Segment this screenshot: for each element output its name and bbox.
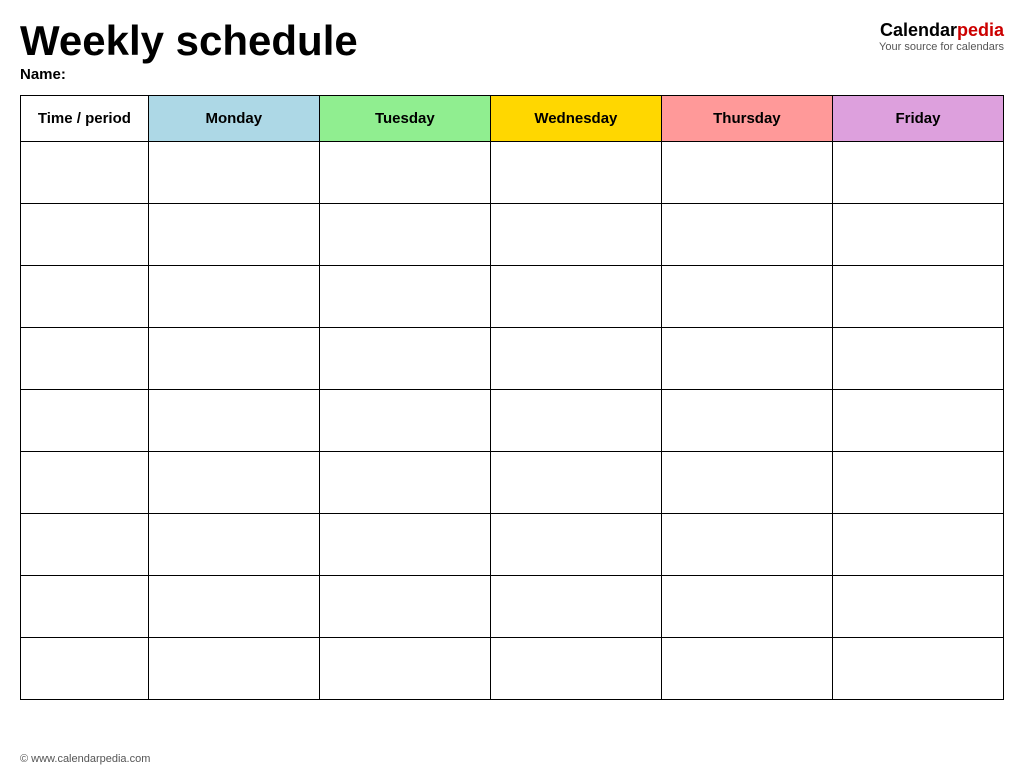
time-cell[interactable] xyxy=(21,328,149,390)
schedule-cell[interactable] xyxy=(490,142,661,204)
schedule-cell[interactable] xyxy=(832,266,1003,328)
table-row[interactable] xyxy=(21,142,1004,204)
schedule-cell[interactable] xyxy=(661,266,832,328)
schedule-cell[interactable] xyxy=(832,142,1003,204)
header-time: Time / period xyxy=(21,96,149,142)
schedule-cell[interactable] xyxy=(490,266,661,328)
schedule-cell[interactable] xyxy=(319,142,490,204)
table-row[interactable] xyxy=(21,638,1004,700)
time-cell[interactable] xyxy=(21,142,149,204)
schedule-cell[interactable] xyxy=(490,452,661,514)
schedule-cell[interactable] xyxy=(490,576,661,638)
table-row[interactable] xyxy=(21,452,1004,514)
schedule-cell[interactable] xyxy=(490,638,661,700)
header-friday: Friday xyxy=(832,96,1003,142)
schedule-cell[interactable] xyxy=(148,390,319,452)
schedule-cell[interactable] xyxy=(319,328,490,390)
table-row[interactable] xyxy=(21,576,1004,638)
schedule-cell[interactable] xyxy=(148,266,319,328)
footer-url: © www.calendarpedia.com xyxy=(20,753,150,765)
schedule-cell[interactable] xyxy=(490,514,661,576)
header-monday: Monday xyxy=(148,96,319,142)
schedule-cell[interactable] xyxy=(490,390,661,452)
header-area: Weekly schedule Name: Calendarpedia Your… xyxy=(20,18,1004,83)
footer: © www.calendarpedia.com xyxy=(20,753,150,765)
schedule-cell[interactable] xyxy=(319,514,490,576)
schedule-cell[interactable] xyxy=(832,576,1003,638)
schedule-cell[interactable] xyxy=(148,576,319,638)
schedule-cell[interactable] xyxy=(148,638,319,700)
schedule-cell[interactable] xyxy=(319,576,490,638)
schedule-cell[interactable] xyxy=(148,328,319,390)
header-tuesday: Tuesday xyxy=(319,96,490,142)
schedule-cell[interactable] xyxy=(661,576,832,638)
logo-brand-red: pedia xyxy=(957,20,1004,40)
page-container: Weekly schedule Name: Calendarpedia Your… xyxy=(0,0,1024,773)
time-cell[interactable] xyxy=(21,204,149,266)
schedule-cell[interactable] xyxy=(490,328,661,390)
table-row[interactable] xyxy=(21,204,1004,266)
schedule-cell[interactable] xyxy=(148,514,319,576)
table-header-row: Time / period Monday Tuesday Wednesday T… xyxy=(21,96,1004,142)
schedule-cell[interactable] xyxy=(832,452,1003,514)
schedule-cell[interactable] xyxy=(661,328,832,390)
header-thursday: Thursday xyxy=(661,96,832,142)
schedule-cell[interactable] xyxy=(832,638,1003,700)
logo-text: Calendarpedia xyxy=(879,20,1004,41)
table-row[interactable] xyxy=(21,514,1004,576)
header-wednesday: Wednesday xyxy=(490,96,661,142)
schedule-cell[interactable] xyxy=(319,204,490,266)
logo-block: Calendarpedia Your source for calendars xyxy=(879,20,1004,53)
name-label: Name: xyxy=(20,66,358,83)
time-cell[interactable] xyxy=(21,266,149,328)
schedule-cell[interactable] xyxy=(148,204,319,266)
logo-brand-black: Calendar xyxy=(880,20,957,40)
schedule-cell[interactable] xyxy=(661,390,832,452)
title-block: Weekly schedule Name: xyxy=(20,18,358,83)
schedule-cell[interactable] xyxy=(490,204,661,266)
schedule-table: Time / period Monday Tuesday Wednesday T… xyxy=(20,95,1004,700)
table-row[interactable] xyxy=(21,266,1004,328)
schedule-cell[interactable] xyxy=(148,452,319,514)
schedule-cell[interactable] xyxy=(319,638,490,700)
time-cell[interactable] xyxy=(21,576,149,638)
schedule-cell[interactable] xyxy=(832,204,1003,266)
schedule-cell[interactable] xyxy=(319,390,490,452)
schedule-cell[interactable] xyxy=(832,390,1003,452)
schedule-cell[interactable] xyxy=(832,328,1003,390)
schedule-cell[interactable] xyxy=(661,452,832,514)
schedule-cell[interactable] xyxy=(832,514,1003,576)
schedule-cell[interactable] xyxy=(661,204,832,266)
table-row[interactable] xyxy=(21,328,1004,390)
time-cell[interactable] xyxy=(21,514,149,576)
schedule-cell[interactable] xyxy=(319,452,490,514)
table-row[interactable] xyxy=(21,390,1004,452)
schedule-cell[interactable] xyxy=(661,142,832,204)
time-cell[interactable] xyxy=(21,390,149,452)
logo-tagline: Your source for calendars xyxy=(879,41,1004,53)
schedule-cell[interactable] xyxy=(661,514,832,576)
schedule-cell[interactable] xyxy=(148,142,319,204)
schedule-cell[interactable] xyxy=(319,266,490,328)
schedule-cell[interactable] xyxy=(661,638,832,700)
table-body xyxy=(21,142,1004,700)
time-cell[interactable] xyxy=(21,452,149,514)
time-cell[interactable] xyxy=(21,638,149,700)
page-title: Weekly schedule xyxy=(20,18,358,64)
